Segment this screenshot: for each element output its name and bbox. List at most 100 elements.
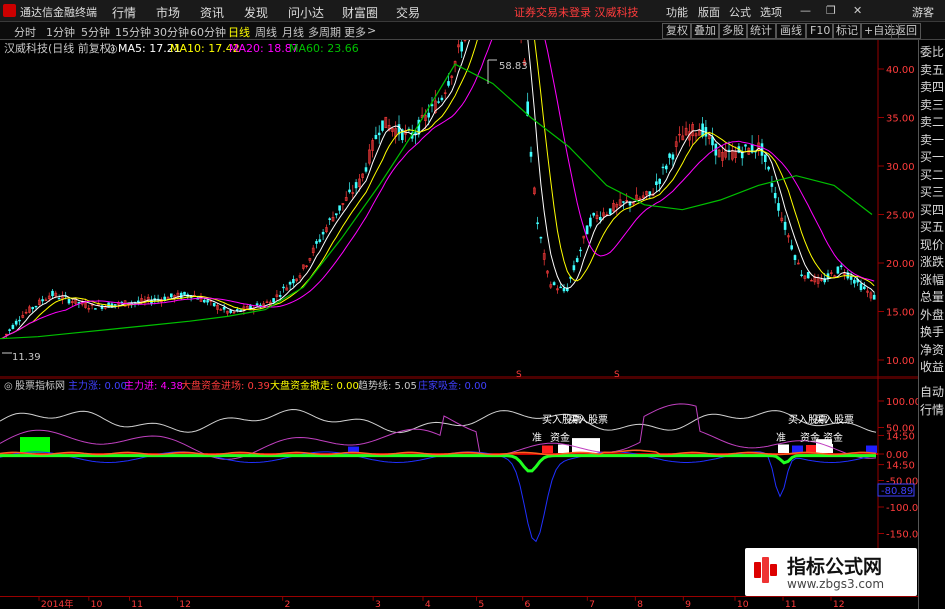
candle-body — [806, 272, 810, 279]
period-tab-60min[interactable]: 60分钟 — [190, 24, 226, 40]
quote-field-label: 涨幅 — [920, 272, 945, 287]
indicator-settings-icon[interactable]: ◎ — [4, 381, 13, 392]
kline-chart[interactable]: 55.0050.0045.0040.0035.0030.0025.0020.00… — [0, 40, 918, 378]
signal-annotation: 准 — [776, 432, 786, 444]
candle-body — [562, 287, 566, 292]
trend-line — [0, 408, 877, 434]
quote-field-label: 买二 — [920, 167, 945, 182]
mark-button[interactable]: 标记 — [832, 23, 862, 39]
quote-field-label: 现价 — [920, 237, 945, 252]
restore-icon[interactable]: ❐ — [826, 4, 836, 17]
candle-body — [777, 203, 780, 211]
candle-body — [655, 181, 658, 186]
adjust-button[interactable]: 复权 — [662, 23, 692, 39]
high-price-label: 58.83 — [499, 61, 528, 72]
candle-body — [34, 305, 38, 308]
chevron-right-icon[interactable]: > — [367, 24, 376, 37]
watermark-title: 指标公式网 — [787, 556, 883, 578]
quote-field-label: 涨跌 — [920, 255, 945, 269]
candle-body — [437, 101, 440, 103]
candle-body — [206, 300, 209, 303]
period-tab-15min[interactable]: 15分钟 — [115, 24, 151, 40]
main-rise-line — [0, 451, 877, 543]
candle-body — [31, 307, 35, 310]
signal-annotation: 买入股票 — [568, 414, 608, 426]
period-tab-30min[interactable]: 30分钟 — [153, 24, 189, 40]
close-icon[interactable]: ✕ — [853, 4, 862, 17]
candle-body — [529, 151, 533, 157]
candle-body — [170, 293, 173, 298]
settings-icon[interactable]: ◎ — [108, 42, 118, 55]
period-tab-multi[interactable]: 多周期 — [308, 24, 341, 40]
menu-news[interactable]: 资讯 — [200, 4, 224, 21]
candle-body — [552, 282, 556, 286]
price-tick-label: 30.00 — [886, 162, 915, 173]
menu-ask[interactable]: 问小达 — [288, 4, 324, 21]
menu-discover[interactable]: 发现 — [244, 4, 268, 21]
menu-trade[interactable]: 交易 — [396, 4, 420, 21]
minimize-icon[interactable]: — — [800, 4, 811, 17]
overlay-button[interactable]: 叠加 — [690, 23, 720, 39]
signal-annotation: 准 — [532, 432, 542, 444]
candle-body — [255, 303, 259, 306]
candle-body — [334, 213, 338, 216]
draw-line-button[interactable]: 画线 — [776, 23, 806, 39]
main-rise-label: 主力涨: 0.00 — [68, 379, 127, 392]
candle-body — [272, 298, 275, 303]
period-toolbar: 分时 1分钟 5分钟 15分钟 30分钟 60分钟 日线 周线 月线 多周期 更… — [0, 22, 945, 40]
period-tab-intraday[interactable]: 分时 — [14, 24, 36, 40]
f10-button[interactable]: F10 — [806, 23, 835, 39]
back-button[interactable]: 返回 — [891, 23, 921, 39]
menu-formula[interactable]: 公式 — [729, 4, 751, 20]
candle-body — [179, 292, 183, 299]
candle-body — [94, 308, 97, 310]
multi-stock-button[interactable]: 多股 — [718, 23, 748, 39]
candle-body — [67, 299, 71, 304]
menu-layout[interactable]: 版面 — [698, 4, 720, 20]
menu-function[interactable]: 功能 — [666, 4, 688, 20]
candle-body — [278, 295, 282, 297]
price-tick-label: 10.00 — [886, 356, 915, 367]
candle-body — [608, 208, 612, 215]
trend-line-label: 趋势线: 5.05 — [358, 379, 417, 392]
candle-body — [381, 120, 384, 131]
quote-field-label[interactable]: 行情 — [920, 402, 945, 418]
indicator-name: 股票指标网 — [15, 379, 65, 392]
menu-wealth[interactable]: 财富圈 — [342, 4, 378, 21]
candle-body — [783, 221, 787, 230]
menu-options[interactable]: 选项 — [760, 4, 782, 20]
period-tab-daily[interactable]: 日线 — [228, 24, 250, 40]
date-axis: 2014年 10 11 12 2 3 4 5 6 7 8 9 10 11 12 — [0, 596, 918, 609]
menu-market[interactable]: 市场 — [156, 4, 180, 21]
candle-body — [622, 201, 625, 203]
quote-field-label: 委比 — [920, 45, 945, 59]
date-label: 2014年 — [41, 598, 74, 609]
title-bar: 通达信金融终端 行情 市场 资讯 发现 问小达 财富圈 交易 证券交易未登录 汉… — [0, 0, 945, 22]
candle-body — [701, 123, 704, 137]
s-marker: S — [516, 370, 522, 378]
period-tab-1min[interactable]: 1分钟 — [46, 24, 75, 40]
candle-body — [364, 167, 368, 172]
candle-body — [315, 241, 318, 244]
period-tab-weekly[interactable]: 周线 — [255, 24, 277, 40]
date-label: 10 — [91, 599, 103, 609]
price-tick-label: 25.00 — [886, 211, 915, 222]
menu-quotes[interactable]: 行情 — [112, 4, 136, 21]
stock-name-label: 汉威科技(日线 前复权) — [4, 41, 115, 55]
ma10-line — [2, 40, 875, 339]
main-in-label: 主力进: 4.38 — [124, 379, 183, 392]
s-marker: S — [614, 370, 620, 378]
period-tab-5min[interactable]: 5分钟 — [81, 24, 110, 40]
login-alert[interactable]: 证券交易未登录 汉威科技 — [514, 4, 639, 20]
stats-button[interactable]: 统计 — [746, 23, 776, 39]
period-tab-more[interactable]: 更多 — [344, 24, 366, 40]
quote-field-label[interactable]: 自动 — [920, 384, 945, 400]
period-tab-monthly[interactable]: 月线 — [282, 24, 304, 40]
candle-body — [790, 245, 794, 250]
quote-field-label: 换手 — [920, 325, 945, 339]
guest-user[interactable]: 游客 — [912, 4, 934, 20]
quote-field-label: 买三 — [920, 185, 945, 199]
price-tick-label: 35.00 — [886, 114, 915, 125]
date-label: 6 — [525, 599, 531, 609]
candle-body — [770, 183, 774, 187]
